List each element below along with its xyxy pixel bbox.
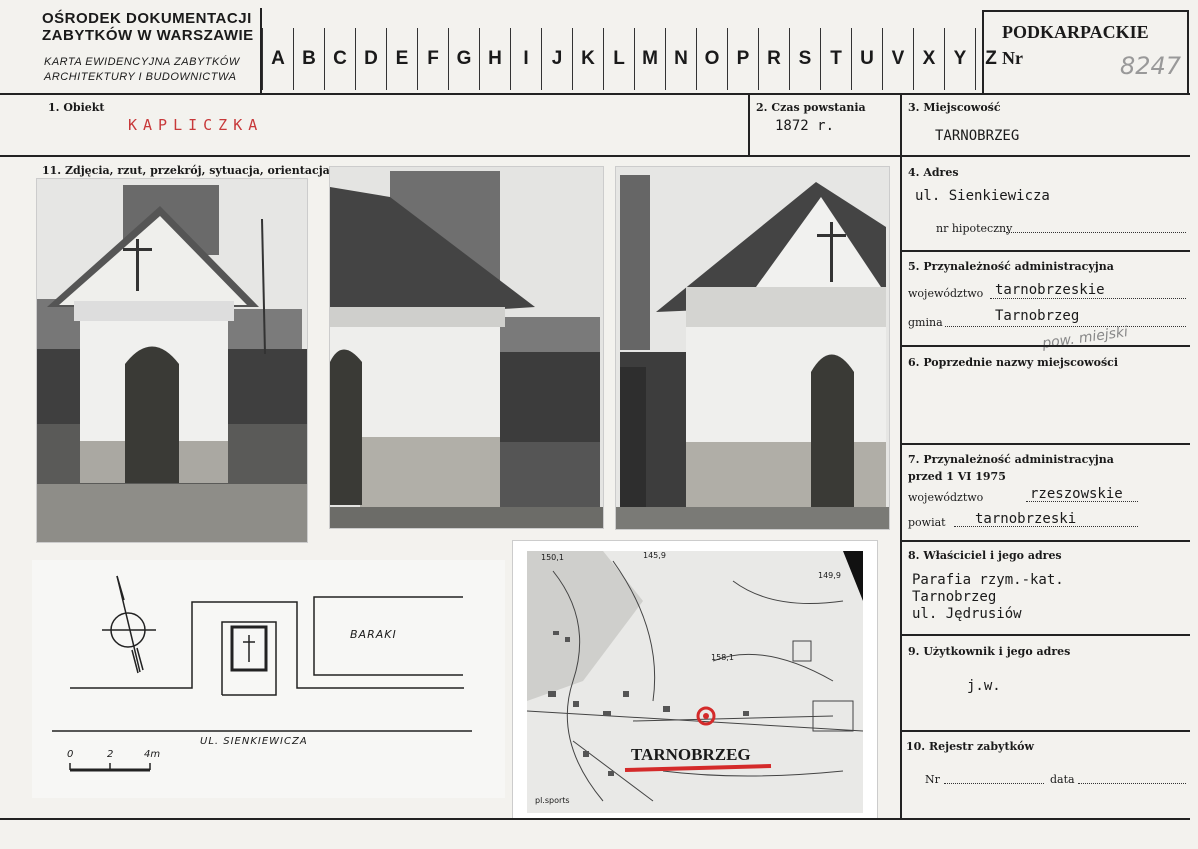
- site-plan: BARAKI UL. SIENKIEWICZA 0 2 4m: [32, 560, 505, 798]
- wlasciciel-line3: ul. Jędrusiów: [912, 606, 1022, 622]
- wojewodztwo-label: województwo: [908, 287, 984, 300]
- gmina-value: Tarnobrzeg: [995, 308, 1080, 324]
- index-letter-e: E: [386, 28, 417, 90]
- miejscowosc-value: TARNOBRZEG: [935, 128, 1020, 144]
- wlasciciel-line1: Parafia rzym.-kat.: [912, 572, 1064, 588]
- index-letter-x: X: [913, 28, 944, 90]
- index-letter-k: K: [572, 28, 603, 90]
- scale-2: 2: [107, 749, 114, 760]
- map-sports: pl.sports: [535, 796, 570, 805]
- index-letter-n: N: [665, 28, 696, 90]
- wlasciciel-label: 8. Właściciel i jego adres: [908, 549, 1062, 562]
- miejscowosc-label: 3. Miejscowość: [908, 101, 1001, 114]
- rejestr-label: 10. Rejestr zabytków: [906, 740, 1034, 753]
- wlasciciel-line2: Tarnobrzeg: [912, 589, 997, 605]
- wojewodztwo-value: tarnobrzeskie: [995, 282, 1105, 298]
- index-letter-t: T: [820, 28, 851, 90]
- woj7-label: województwo: [908, 491, 984, 504]
- przynaleznosc7-label: 7. Przynależność administracyjna: [908, 453, 1114, 466]
- rejestr-nr-dots: [944, 783, 1044, 784]
- wojewodztwo-dots: [990, 298, 1186, 299]
- index-letter-y: Y: [944, 28, 975, 90]
- street-label: UL. SIENKIEWICZA: [200, 736, 308, 747]
- index-letter-c: C: [324, 28, 355, 90]
- hipoteczny-dots: [1006, 232, 1186, 233]
- photo-side-right: [615, 166, 890, 530]
- obiekt-value: KAPLICZKA: [128, 116, 264, 134]
- index-letters: ABCDEFGHIJKLMNOPRSTUVXYZ: [262, 28, 1006, 90]
- index-letter-r: R: [758, 28, 789, 90]
- institution-name: OŚRODEK DOKUMENTACJI ZABYTKÓW W WARSZAWI…: [42, 10, 254, 44]
- gmina-note: pow. miejski: [1041, 324, 1129, 352]
- zdjecia-label: 11. Zdjęcia, rzut, przekrój, sytuacja, o…: [42, 164, 330, 177]
- przed-label: przed 1 VI 1975: [908, 470, 1006, 483]
- index-letter-d: D: [355, 28, 386, 90]
- index-letter-b: B: [293, 28, 324, 90]
- map-elev2: 145,9: [643, 551, 666, 560]
- poprzednie-label: 6. Poprzednie nazwy miejscowości: [908, 356, 1119, 369]
- nr-label: Nr: [1002, 48, 1023, 68]
- index-letter-f: F: [417, 28, 448, 90]
- adres-label: 4. Adres: [908, 166, 959, 179]
- index-letter-p: P: [727, 28, 758, 90]
- index-letter-s: S: [789, 28, 820, 90]
- index-letter-i: I: [510, 28, 541, 90]
- map-elev4: 150,1: [541, 553, 564, 562]
- map-elev1: 158,1: [711, 653, 734, 662]
- adres-value: ul. Sienkiewicza: [915, 188, 1050, 204]
- index-letter-a: A: [262, 28, 293, 90]
- uzytkownik-value: j.w.: [967, 678, 1001, 694]
- nr-value: 8247: [1120, 52, 1182, 80]
- map-town: TARNOBRZEG: [631, 745, 751, 764]
- index-letter-v: V: [882, 28, 913, 90]
- region-box: PODKARPACKIE Nr 8247: [982, 10, 1189, 95]
- baraki-label: BARAKI: [350, 628, 397, 641]
- przynaleznosc-label: 5. Przynależność administracyjna: [908, 260, 1114, 273]
- gmina-dots: [945, 326, 1186, 327]
- card-type: KARTA EWIDENCYJNA ZABYTKÓW ARCHITEKTURY …: [44, 55, 240, 85]
- region-name: PODKARPACKIE: [1002, 22, 1149, 42]
- photo-front: [36, 178, 308, 543]
- index-letter-h: H: [479, 28, 510, 90]
- rejestr-data-label: data: [1050, 773, 1075, 786]
- czas-value: 1872 r.: [775, 118, 835, 134]
- rejestr-data-dots: [1078, 783, 1186, 784]
- wlasciciel-value: Parafia rzym.-kat. Tarnobrzeg ul. Jędrus…: [912, 572, 1064, 623]
- index-letter-m: M: [634, 28, 665, 90]
- institution-line1: OŚRODEK DOKUMENTACJI: [42, 10, 252, 27]
- map-elev3: 149,9: [818, 571, 841, 580]
- card-type-line2: ARCHITEKTURY I BUDOWNICTWA: [44, 71, 237, 83]
- photo-side-left: [329, 166, 604, 529]
- index-letter-u: U: [851, 28, 882, 90]
- rejestr-nr-label: Nr: [925, 773, 940, 786]
- uzytkownik-label: 9. Użytkownik i jego adres: [908, 645, 1071, 658]
- hipoteczny-label: nr hipoteczny: [936, 222, 1013, 235]
- gmina-label: gmina: [908, 316, 943, 329]
- institution-line2: ZABYTKÓW W WARSZAWIE: [42, 27, 254, 44]
- index-letter-o: O: [696, 28, 727, 90]
- card-type-line1: KARTA EWIDENCYJNA ZABYTKÓW: [44, 56, 240, 68]
- index-letter-l: L: [603, 28, 634, 90]
- record-card: OŚRODEK DOKUMENTACJI ZABYTKÓW W WARSZAWI…: [0, 0, 1198, 849]
- powiat-value: tarnobrzeski: [975, 511, 1077, 527]
- scale-0: 0: [67, 749, 74, 760]
- czas-label: 2. Czas powstania: [756, 101, 866, 114]
- location-map: TARNOBRZEG 158,1 145,9 149,9 150,1 pl.sp…: [512, 540, 878, 819]
- scale-4: 4m: [144, 749, 161, 760]
- index-letter-j: J: [541, 28, 572, 90]
- powiat-label: powiat: [908, 516, 946, 529]
- index-letter-g: G: [448, 28, 479, 90]
- woj7-value: rzeszowskie: [1030, 486, 1123, 502]
- obiekt-label: 1. Obiekt: [48, 101, 105, 114]
